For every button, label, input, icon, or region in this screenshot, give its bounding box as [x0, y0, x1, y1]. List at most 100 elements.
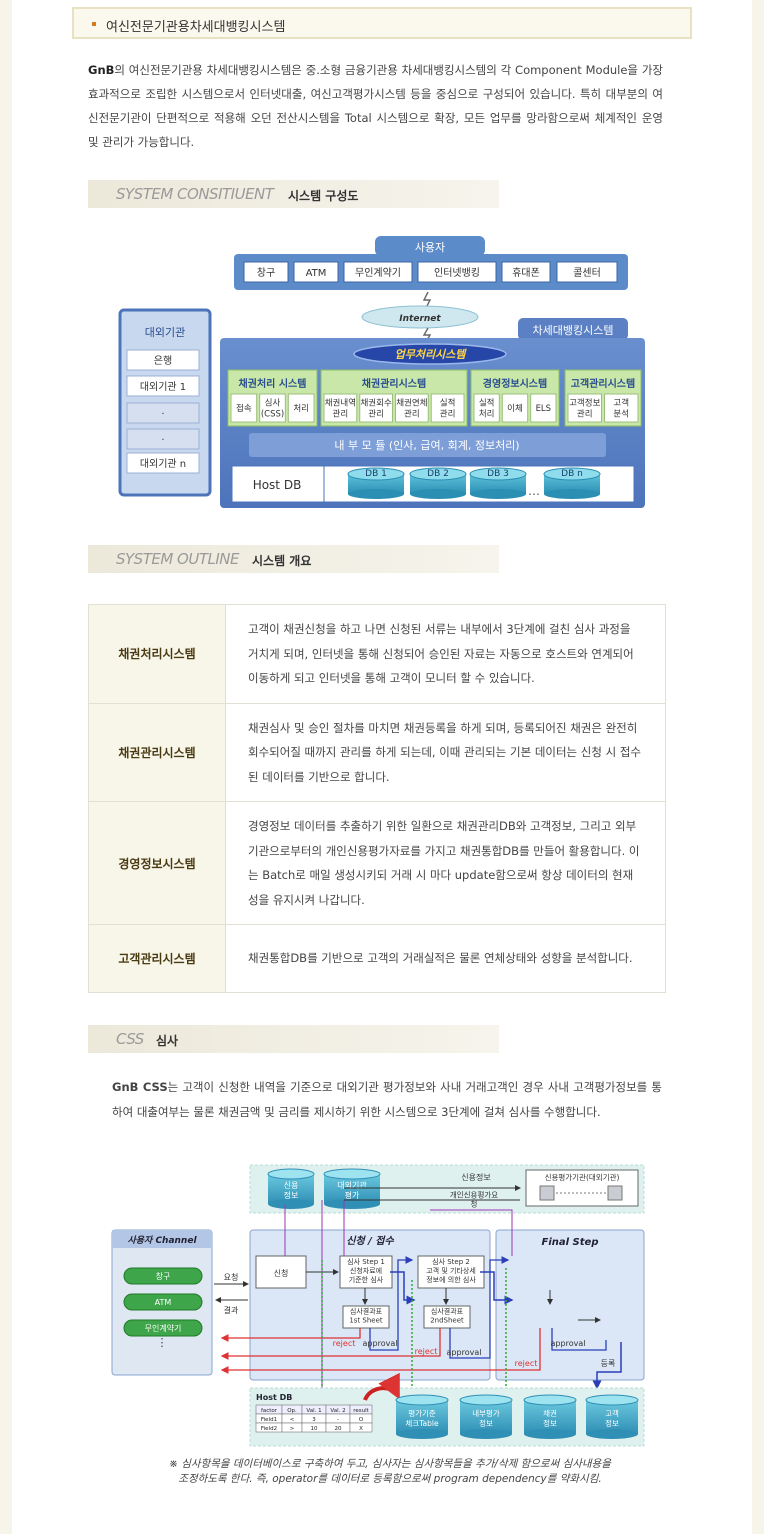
module-item-label: 심사 [265, 398, 281, 409]
section-ko-title: 시스템 구성도 [288, 189, 359, 203]
step1-label: 신청자료에 [350, 1266, 382, 1275]
css-brand: GnB CSS [112, 1080, 168, 1094]
footnote: ※ 심사항목을 데이터베이스로 구축하여 두고, 심사자는 심사항목들을 추가/… [169, 1458, 611, 1485]
criteria-cell-text: Val. 2 [330, 1408, 345, 1414]
approval-label: approval [551, 1339, 586, 1348]
module-item-label: 분석 [613, 409, 629, 420]
svg-text:⋮: ⋮ [157, 1336, 168, 1349]
module-item-label: 처리 [479, 410, 495, 420]
final-title: Final Step [542, 1237, 599, 1248]
module-item-label: 관리 [333, 409, 349, 420]
criteria-cell-text: - [337, 1417, 339, 1423]
step2-label: 심사 Step 2 [432, 1257, 470, 1266]
channel-label: 무인계약기 [355, 267, 401, 279]
agency-label: 신용평가기관(대외기관) [545, 1172, 620, 1182]
criteria-cell-text: result [353, 1408, 369, 1414]
module-item-label: ELS [536, 404, 552, 414]
server-icon [539, 1185, 555, 1201]
criteria-cell-text: factor [261, 1408, 278, 1414]
step2-label: 고객 및 기타상세 [426, 1266, 476, 1275]
request-label: 요청 [224, 1273, 239, 1282]
approval-label: approval [447, 1348, 482, 1357]
section-header-constituent: SYSTEM CONSITIUENT 시스템 구성도 [88, 180, 499, 208]
db-label: 내부평가 [472, 1408, 500, 1418]
criteria-cell-text: 10 [311, 1426, 318, 1432]
channel-label: 인터넷뱅킹 [434, 267, 480, 279]
outline-name: 고객관리시스템 [88, 924, 226, 993]
external-item-label: · [161, 435, 164, 446]
outline-name: 채권처리시스템 [88, 604, 226, 704]
module-item-label: 관리 [577, 409, 593, 420]
channel-label: 창구 [257, 267, 275, 279]
db-label: 채권 [543, 1408, 557, 1418]
db-label: DB 2 [427, 469, 449, 479]
user-title: 사용자 [415, 241, 445, 254]
module-item-label: 관리 [440, 409, 456, 420]
bullet-icon [92, 22, 96, 26]
db-label: DB 3 [487, 469, 509, 479]
reject-label: reject [415, 1347, 438, 1356]
section-header-css: CSS 심사 [88, 1025, 499, 1053]
channel-label: 휴대폰 [512, 267, 540, 279]
module-title: 채권관리시스템 [362, 377, 426, 390]
db-label: 정보 [605, 1418, 619, 1428]
criteria-cell-text: < [290, 1417, 295, 1423]
server-icon [607, 1185, 623, 1201]
outline-desc: 고객이 채권신청을 하고 나면 신청된 서류는 내부에서 3단계에 걸친 심사 … [225, 604, 666, 704]
section-en-title: CSS [116, 1030, 144, 1048]
outline-name: 경영정보시스템 [88, 801, 226, 925]
section-en-title: SYSTEM CONSITIUENT [116, 185, 274, 203]
intro-paragraph: GnB의 여신전문기관용 차세대뱅킹시스템은 중.소형 금융기관용 차세대뱅킹시… [88, 58, 663, 154]
channel-title: 사용자 Channel [127, 1235, 197, 1246]
module-title: 채권처리 시스템 [239, 377, 307, 390]
result2-label: 2ndSheet [430, 1317, 464, 1325]
module-item-label: 처리 [293, 404, 309, 414]
credit-info-label: 신용정보 [461, 1172, 490, 1182]
module-item-label: 이체 [507, 403, 523, 414]
channel-label: ATM [306, 268, 327, 279]
external-title: 대외기관 [145, 326, 185, 339]
reject-label: reject [515, 1359, 538, 1368]
step1-label: 심사 Step 1 [347, 1257, 385, 1266]
external-item-label: · [161, 409, 164, 420]
approval-label: approval [363, 1339, 398, 1348]
criteria-cell-text: 20 [335, 1426, 342, 1432]
system-title: 차세대뱅킹시스템 [533, 324, 614, 337]
db-label: 체크Table [405, 1418, 439, 1428]
module-item-label: 관리 [404, 409, 420, 420]
db-label: 정보 [284, 1190, 299, 1200]
step1-label: 기준한 심사 [349, 1275, 384, 1284]
criteria-cell-text: Field1 [261, 1417, 277, 1423]
system-constituent-diagram: 사용자 창구 ATM 무인계약기 인터넷뱅킹 휴대폰 콜센터 Internet 대외기관 … [118, 236, 645, 508]
db-label: 평가기준 [408, 1408, 436, 1418]
personal-credit-label: 개인신용평가요 [450, 1190, 498, 1200]
outline-name: 채권관리시스템 [88, 702, 226, 802]
module-title: 경영정보시스템 [483, 377, 547, 390]
criteria-cell-text: 3 [312, 1417, 316, 1423]
host-db-title: Host DB [256, 1393, 292, 1402]
module-item-label: 실적 [479, 398, 495, 409]
section-en-title: SYSTEM OUTLINE [116, 550, 239, 568]
table-row: 경영정보시스템 경영정보 데이터를 추출하기 위한 일환으로 채권관리DB와 고객… [88, 801, 666, 925]
criteria-cell-text: O [359, 1417, 364, 1423]
internet-label: Internet [399, 314, 441, 324]
channel-item-label: ATM [155, 1298, 172, 1307]
external-item-label: 대외기관 1 [140, 381, 186, 393]
intro-text: 의 여신전문기관용 차세대뱅킹시스템은 중.소형 금융기관용 차세대뱅킹시스템의… [88, 63, 663, 149]
db-label: 신용 [284, 1181, 299, 1190]
module-item-label: 채권회수 [360, 398, 391, 409]
apply-title: 신청 / 접수 [346, 1235, 394, 1247]
page-title: 여신전문기관용차세대뱅킹시스템 [106, 20, 286, 35]
channel-label: 콜센터 [573, 267, 601, 279]
module-item-label: 관리 [368, 409, 384, 420]
criteria-cell-text: Op. [287, 1408, 297, 1414]
module-item-label: (CSS) [261, 410, 284, 420]
section-ko-title: 시스템 개요 [252, 554, 312, 568]
module-item-label: 고객 [613, 398, 629, 409]
personal-credit-label: 청 [471, 1200, 478, 1209]
register-label: 등록 [601, 1359, 616, 1368]
db-label: 고객 [605, 1408, 619, 1418]
outline-desc: 채권심사 및 승인 절차를 마치면 채권등록을 하게 되며, 등록되어진 채권은… [225, 702, 666, 802]
db-label: 정보 [479, 1418, 493, 1428]
css-intro-paragraph: GnB CSS는 고객이 신청한 내역을 기준으로 대외기관 평가정보와 사내 … [112, 1075, 662, 1125]
